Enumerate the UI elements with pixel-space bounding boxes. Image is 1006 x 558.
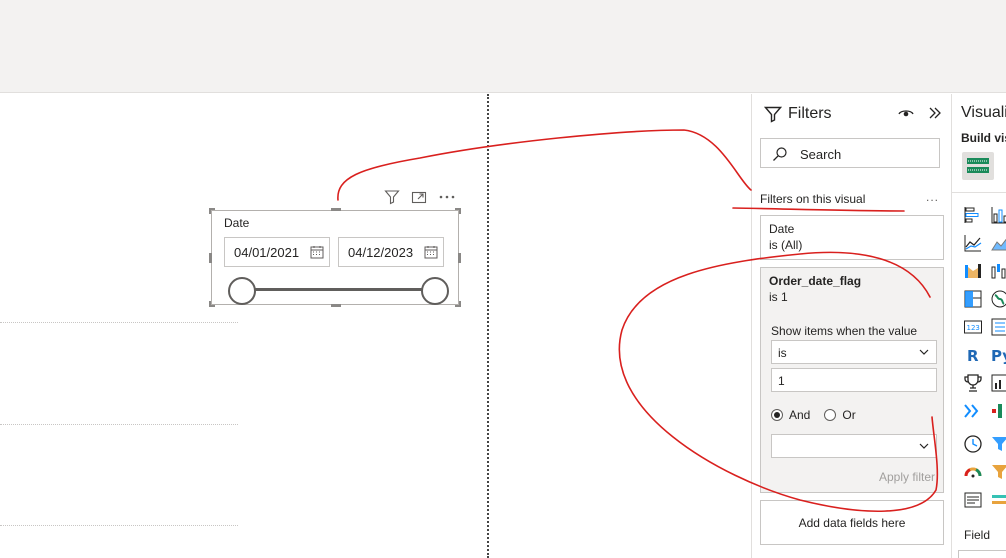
paginated-report-icon[interactable] — [990, 373, 1006, 393]
or-radio[interactable] — [824, 409, 837, 421]
filter-card-name: Order_date_flag — [769, 274, 862, 288]
end-date-value: 04/12/2023 — [348, 244, 414, 260]
operator-dropdown[interactable]: is — [771, 340, 937, 364]
and-label: And — [789, 408, 811, 422]
svg-text:Py: Py — [991, 347, 1006, 365]
ribbon-bar — [0, 0, 1006, 93]
range-end-knob[interactable] — [421, 277, 449, 305]
report-canvas[interactable] — [0, 94, 751, 558]
svg-text:R: R — [967, 347, 979, 365]
card-visual-icon[interactable]: 123 — [963, 317, 983, 337]
canvas-gridline — [0, 525, 238, 526]
calendar-icon[interactable] — [310, 245, 324, 259]
slicer-title: Date — [224, 216, 250, 230]
filter-visual-icon[interactable] — [990, 462, 1006, 482]
resize-handle[interactable] — [331, 304, 341, 307]
resize-handle[interactable] — [209, 253, 212, 263]
resize-handle[interactable] — [209, 208, 211, 214]
visual-filter-icon[interactable] — [383, 188, 401, 206]
field-well-dropzone[interactable] — [958, 550, 1006, 558]
build-visual-tab[interactable]: Build visual — [961, 131, 1006, 145]
decomposition-tree-icon[interactable] — [990, 401, 1006, 421]
search-placeholder: Search — [800, 147, 842, 162]
multirow-card-icon[interactable] — [990, 317, 1006, 337]
search-icon — [773, 147, 787, 161]
start-date-value: 04/01/2021 — [234, 244, 300, 260]
resize-handle[interactable] — [459, 208, 461, 214]
funnel-visual-icon[interactable] — [990, 434, 1006, 454]
canvas-gridline — [0, 424, 238, 425]
kpi-trophy-icon[interactable] — [963, 373, 983, 393]
date-slicer[interactable]: Date 04/01/2021 04/12/2023 — [209, 208, 461, 307]
stacked-bar-chart-icon[interactable] — [963, 205, 983, 225]
map-visual-icon[interactable] — [990, 289, 1006, 309]
chevron-down-icon — [919, 443, 929, 449]
show-items-label: Show items when the value — [771, 324, 918, 338]
logic-radio-group: And Or — [771, 408, 856, 422]
clock-visual-icon[interactable] — [963, 434, 983, 454]
or-label: Or — [842, 408, 856, 422]
chevron-down-icon — [919, 349, 929, 355]
focus-mode-icon[interactable] — [410, 188, 428, 206]
range-start-knob[interactable] — [228, 277, 256, 305]
operator-value: is — [778, 346, 787, 360]
column-chart-icon[interactable] — [990, 205, 1006, 225]
filter-card-date[interactable]: Date is (All) — [760, 215, 944, 260]
apply-filter-button[interactable]: Apply filter — [879, 470, 935, 484]
resize-handle[interactable] — [459, 301, 461, 307]
r-visual-icon[interactable]: R — [963, 345, 983, 365]
filter-funnel-icon — [764, 106, 782, 123]
second-operator-dropdown[interactable] — [771, 434, 937, 458]
more-options-icon[interactable] — [438, 188, 456, 206]
eye-icon[interactable] — [898, 106, 914, 120]
filters-on-visual-label: Filters on this visual — [760, 192, 866, 206]
add-data-fields-dropzone[interactable]: Add data fields here — [760, 500, 944, 545]
waterfall-chart-icon[interactable] — [990, 261, 1006, 281]
filters-pane-title: Filters — [788, 105, 832, 122]
and-radio[interactable] — [771, 409, 783, 421]
filter-card-summary: is 1 — [769, 290, 788, 304]
treemap-icon[interactable] — [963, 289, 983, 309]
gauge-visual-icon[interactable] — [963, 462, 983, 482]
visualizations-title: Visualizations — [961, 104, 1006, 121]
collapse-pane-icon[interactable] — [927, 105, 943, 121]
area-chart-icon[interactable] — [990, 233, 1006, 253]
filter-card-summary: is (All) — [769, 238, 803, 252]
chevron-visual-icon[interactable] — [963, 401, 983, 421]
section-more-options[interactable]: ... — [926, 190, 939, 204]
canvas-gridline — [0, 322, 238, 323]
calendar-icon[interactable] — [424, 245, 438, 259]
selected-visual-type[interactable] — [962, 152, 994, 180]
slicer-visual-icon — [967, 158, 989, 173]
resize-handle[interactable] — [331, 208, 341, 211]
pane-separator — [952, 192, 1006, 193]
visualizations-pane: Visualizations Build visual 123 R Py — [951, 94, 1006, 558]
page-boundary-divider — [487, 94, 489, 558]
filter-value-input[interactable]: 1 — [771, 368, 937, 392]
filters-pane: Filters Search Filters on this visual ..… — [751, 94, 951, 558]
python-visual-icon[interactable]: Py — [990, 345, 1006, 365]
svg-text:123: 123 — [967, 324, 980, 332]
resize-handle[interactable] — [209, 301, 211, 307]
table-visual-icon[interactable] — [990, 490, 1006, 510]
filter-value: 1 — [778, 374, 785, 388]
range-slider-track[interactable] — [242, 288, 437, 291]
field-well-label: Field — [964, 528, 991, 542]
ribbon-chart-icon[interactable] — [963, 261, 983, 281]
resize-handle[interactable] — [458, 253, 461, 263]
filter-card-name: Date — [769, 222, 795, 236]
end-date-input[interactable]: 04/12/2023 — [338, 237, 444, 267]
filter-card-order-date-flag[interactable]: Order_date_flag is 1 Show items when the… — [760, 267, 944, 493]
start-date-input[interactable]: 04/01/2021 — [224, 237, 330, 267]
line-chart-icon[interactable] — [963, 233, 983, 253]
power-bi-report-view: Date 04/01/2021 04/12/2023 Filters Searc… — [0, 0, 1006, 558]
filters-search-input[interactable]: Search — [760, 138, 940, 168]
narrative-visual-icon[interactable] — [963, 490, 983, 510]
